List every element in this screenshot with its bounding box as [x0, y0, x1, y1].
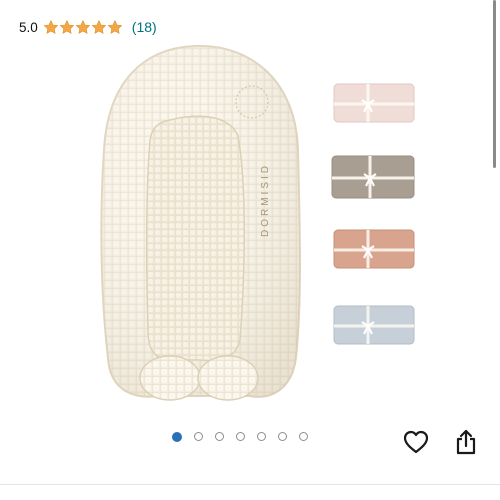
share-icon — [456, 429, 476, 455]
carousel-indicator — [172, 431, 308, 442]
star-icon — [43, 19, 59, 35]
carousel-dot[interactable] — [172, 431, 182, 442]
star-icon — [59, 19, 75, 35]
rating-value: 5.0 — [19, 19, 38, 35]
wishlist-button[interactable] — [402, 428, 430, 456]
swatch-pink — [333, 83, 415, 123]
carousel-dot[interactable] — [236, 432, 245, 441]
rating-row[interactable]: 5.0 (18) — [19, 16, 157, 38]
star-icon — [91, 19, 107, 35]
carousel-dot[interactable] — [257, 432, 266, 441]
carousel-dot[interactable] — [299, 432, 308, 441]
product-image[interactable]: DORMISID — [0, 40, 500, 410]
swatch-blue — [333, 305, 415, 345]
carousel-dot[interactable] — [278, 432, 287, 441]
heart-icon — [403, 430, 429, 454]
divider — [0, 484, 500, 485]
star-icon — [107, 19, 123, 35]
carousel-dot[interactable] — [215, 432, 224, 441]
carousel-dot[interactable] — [194, 432, 203, 441]
star-rating — [43, 19, 123, 35]
share-button[interactable] — [452, 428, 480, 456]
swatch-terracotta — [333, 229, 415, 269]
star-icon — [75, 19, 91, 35]
brand-text: DORMISID — [260, 163, 271, 237]
review-count-link[interactable]: (18) — [132, 19, 157, 35]
swatch-taupe — [331, 155, 415, 199]
